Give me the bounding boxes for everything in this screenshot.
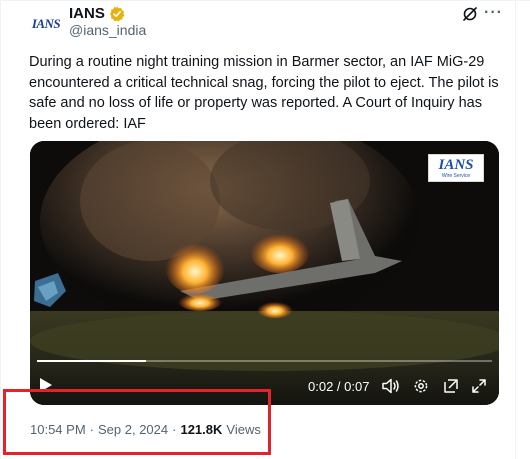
- popout-icon[interactable]: [443, 378, 459, 394]
- post-text: During a routine night training mission …: [29, 54, 499, 132]
- volume-icon[interactable]: [382, 378, 400, 394]
- video-player[interactable]: IANS Wire Service 0:02 / 0:07: [30, 141, 499, 405]
- author-name[interactable]: IANS: [69, 5, 105, 22]
- divider-right: [515, 0, 516, 459]
- author-handle[interactable]: @ians_india: [69, 22, 146, 38]
- avatar[interactable]: IANS: [28, 6, 64, 42]
- watermark-text: IANS: [438, 156, 474, 173]
- divider-left: [0, 0, 1, 459]
- video-progress-bar[interactable]: [37, 360, 492, 362]
- ians-watermark: IANS Wire Service: [428, 154, 484, 182]
- fullscreen-icon[interactable]: [471, 378, 487, 394]
- video-time-readout: 0:02 / 0:07: [308, 379, 370, 394]
- watermark-subtext: Wire Service: [441, 172, 471, 179]
- verified-icon[interactable]: [109, 6, 125, 22]
- settings-icon[interactable]: [413, 378, 429, 394]
- highlight-annotation-box: [3, 389, 271, 455]
- video-progress-fill: [37, 360, 147, 362]
- divider-top: [0, 0, 530, 1]
- avatar-logo-text: IANS: [31, 16, 61, 31]
- grok-icon[interactable]: [462, 6, 478, 22]
- author-name-row: IANS: [69, 5, 125, 22]
- more-icon[interactable]: ···: [484, 5, 502, 22]
